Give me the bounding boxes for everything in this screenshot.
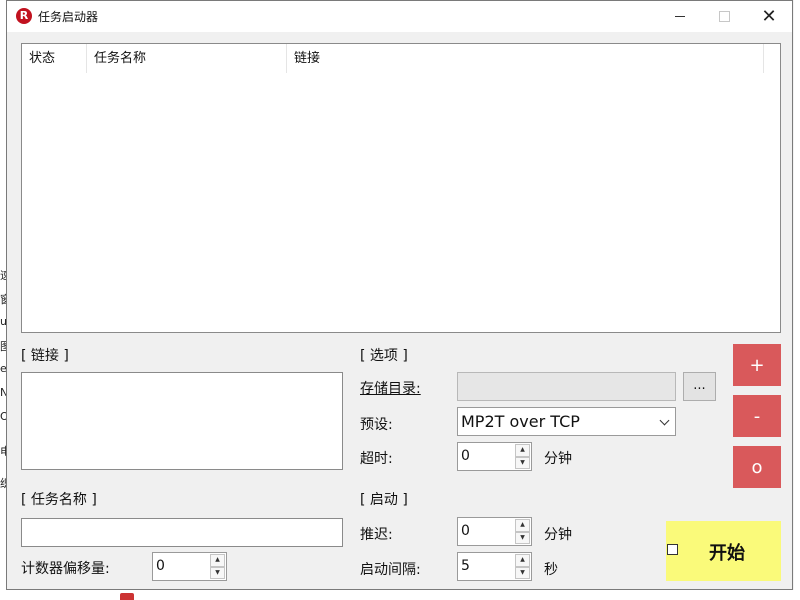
options-section-header: [ 选项 ] — [360, 348, 408, 364]
stepper-up-button[interactable]: ▲ — [515, 444, 530, 457]
preset-label: 预设: — [360, 417, 393, 433]
preset-value: MP2T over TCP — [461, 412, 580, 431]
start-checkbox[interactable] — [667, 544, 678, 555]
add-task-button[interactable]: + — [733, 344, 781, 386]
link-section-header: [ 链接 ] — [21, 348, 69, 364]
stepper-down-button[interactable]: ▼ — [515, 566, 530, 579]
stepper-down-button[interactable]: ▼ — [515, 456, 530, 469]
timeout-unit: 分钟 — [544, 451, 572, 467]
interval-label: 启动间隔: — [360, 562, 421, 578]
interval-unit: 秒 — [544, 562, 558, 578]
task-launcher-window: R 任务启动器 ✕ 状态 任务名称 链接 [ 链接 ] [ 任务名称 ] 计数器… — [6, 0, 793, 590]
column-header-status[interactable]: 状态 — [22, 44, 87, 73]
remove-task-button[interactable]: - — [733, 395, 781, 437]
title-bar[interactable]: R 任务启动器 ✕ — [7, 1, 792, 32]
interval-value[interactable]: 5 — [461, 553, 470, 580]
window-title: 任务启动器 — [38, 10, 99, 24]
stepper-down-button[interactable]: ▼ — [515, 531, 530, 544]
launch-section-header: [ 启动 ] — [360, 492, 408, 508]
chevron-down-icon — [659, 415, 670, 426]
counter-offset-value[interactable]: 0 — [156, 553, 165, 580]
timeout-stepper[interactable]: 0 ▲ ▼ — [457, 442, 532, 471]
start-button-label: 开始 — [709, 543, 745, 564]
timeout-value[interactable]: 0 — [461, 443, 470, 470]
close-icon: ✕ — [761, 5, 777, 27]
task-list-table[interactable]: 状态 任务名称 链接 — [21, 43, 781, 333]
storage-dir-label[interactable]: 存储目录: — [360, 378, 421, 398]
close-button[interactable]: ✕ — [746, 1, 792, 32]
task-name-input[interactable] — [21, 518, 343, 547]
stepper-buttons: ▲ ▼ — [515, 554, 530, 579]
stepper-up-button[interactable]: ▲ — [210, 554, 225, 567]
storage-dir-field[interactable] — [457, 372, 676, 401]
stepper-down-button[interactable]: ▼ — [210, 566, 225, 579]
background-window-right — [794, 0, 800, 600]
task-name-section-header: [ 任务名称 ] — [21, 492, 97, 508]
stepper-buttons: ▲ ▼ — [515, 444, 530, 469]
minimize-icon — [675, 16, 685, 17]
delay-label: 推迟: — [360, 527, 393, 543]
interval-stepper[interactable]: 5 ▲ ▼ — [457, 552, 532, 581]
counter-offset-stepper[interactable]: 0 ▲ ▼ — [152, 552, 227, 581]
preset-select[interactable]: MP2T over TCP — [457, 407, 676, 436]
other-action-button[interactable]: o — [733, 446, 781, 488]
delay-unit: 分钟 — [544, 527, 572, 543]
stepper-up-button[interactable]: ▲ — [515, 554, 530, 567]
link-textarea[interactable] — [21, 372, 343, 470]
stepper-buttons: ▲ ▼ — [515, 519, 530, 544]
maximize-button[interactable] — [701, 1, 747, 32]
delay-value[interactable]: 0 — [461, 518, 470, 545]
column-header-link[interactable]: 链接 — [287, 44, 764, 73]
maximize-icon — [718, 11, 730, 22]
minimize-button[interactable] — [657, 1, 703, 32]
counter-offset-label: 计数器偏移量: — [21, 561, 110, 577]
browse-button[interactable]: ... — [683, 372, 716, 401]
background-app-icon — [120, 593, 134, 600]
timeout-label: 超时: — [360, 451, 393, 467]
stepper-up-button[interactable]: ▲ — [515, 519, 530, 532]
column-header-task-name[interactable]: 任务名称 — [87, 44, 287, 73]
stepper-buttons: ▲ ▼ — [210, 554, 225, 579]
delay-stepper[interactable]: 0 ▲ ▼ — [457, 517, 532, 546]
app-logo-icon: R — [16, 8, 32, 24]
